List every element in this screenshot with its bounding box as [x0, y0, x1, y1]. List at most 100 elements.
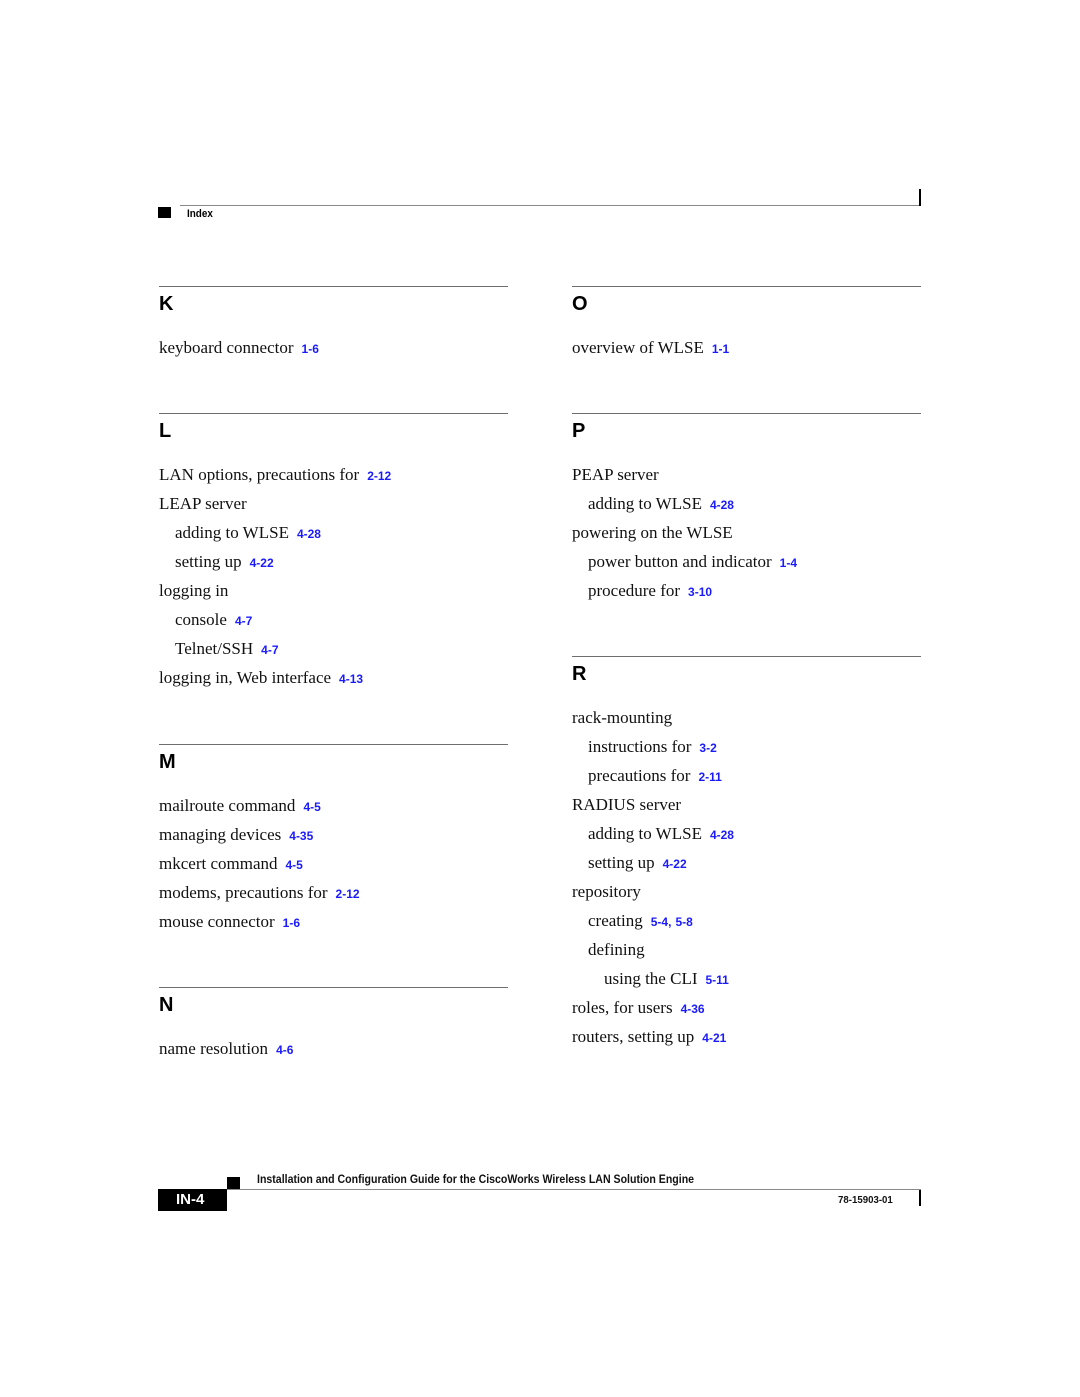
index-entry-list: name resolution 4-6	[159, 1039, 509, 1068]
index-entry: powering on the WLSE	[572, 523, 922, 552]
index-entry-term: adding to WLSE	[588, 824, 702, 843]
index-section-l: L LAN options, precautions for 2-12 LEAP se…	[159, 413, 509, 697]
index-entry-term: routers, setting up	[572, 1027, 695, 1046]
section-letter: P	[572, 420, 586, 442]
index-entry: LEAP server	[159, 494, 509, 523]
index-entry: adding to WLSE 4-28	[572, 824, 922, 853]
page-reference-link[interactable]: 4-7	[261, 643, 278, 657]
index-entry: repository	[572, 882, 922, 911]
index-entry: precautions for 2-11	[572, 766, 922, 795]
index-entry-term: rack-mounting	[572, 708, 673, 727]
index-entry-term: roles, for users	[572, 998, 673, 1017]
index-entry-term: procedure for	[588, 581, 681, 600]
section-letter: M	[159, 751, 176, 773]
page-reference-link[interactable]: 4-28	[710, 498, 734, 512]
section-rule	[572, 286, 921, 287]
index-entry-term: mouse connector	[159, 912, 275, 931]
index-entry-list: LAN options, precautions for 2-12 LEAP ser…	[159, 465, 509, 697]
page-number-badge: IN-4	[158, 1189, 227, 1211]
page-reference-link[interactable]: 1-6	[302, 342, 319, 356]
index-section-k: Kkeyboard connector 1-6	[159, 286, 509, 367]
index-entry: keyboard connector 1-6	[159, 338, 509, 367]
index-entry-list: PEAP server adding to WLSE 4-28 powering on…	[572, 465, 922, 610]
index-entry: logging in	[159, 581, 509, 610]
page-reference-link[interactable]: 2-12	[367, 469, 391, 483]
page-reference-link[interactable]: 3-2	[699, 741, 716, 755]
index-entry: using the CLI 5-11	[572, 969, 922, 998]
page-reference-link[interactable]: 1-6	[283, 916, 300, 930]
index-entry: name resolution 4-6	[159, 1039, 509, 1068]
index-entry-term: instructions for	[588, 737, 692, 756]
page-reference-link[interactable]: 2-12	[336, 887, 360, 901]
index-entry: managing devices 4-35	[159, 825, 509, 854]
page-reference-link[interactable]: 4-28	[297, 527, 321, 541]
index-entry-list: rack-mounting instructions for 3-2 precauti…	[572, 708, 922, 1056]
index-entry-list: mailroute command 4-5 managing devices 4-35…	[159, 796, 509, 941]
page-reference-link[interactable]: 4-5	[286, 858, 303, 872]
index-column-left: Kkeyboard connector 1-6 L LAN options, prec…	[159, 286, 509, 1068]
index-entry: modems, precautions for 2-12	[159, 883, 509, 912]
index-entry: setting up 4-22	[572, 853, 922, 882]
footer-rule	[227, 1189, 921, 1190]
index-entry-list: keyboard connector 1-6	[159, 338, 509, 367]
index-entry: PEAP server	[572, 465, 922, 494]
page-reference-link[interactable]: 4-7	[235, 614, 252, 628]
section-rule	[159, 286, 508, 287]
index-entry-term: RADIUS server	[572, 795, 682, 814]
index-entry: Telnet/SSH 4-7	[159, 639, 509, 668]
index-entry-term: PEAP server	[572, 465, 659, 484]
section-rule	[159, 413, 508, 414]
index-entry: logging in, Web interface 4-13	[159, 668, 509, 697]
index-entry-term: defining	[588, 940, 645, 959]
page-reference-link[interactable]: 4-22	[663, 857, 687, 871]
index-entry-term: managing devices	[159, 825, 282, 844]
page-reference-link[interactable]: 4-5	[303, 800, 320, 814]
index-entry: adding to WLSE 4-28	[572, 494, 922, 523]
page-reference-link[interactable]: 4-13	[339, 672, 363, 686]
index-entry: adding to WLSE 4-28	[159, 523, 509, 552]
index-entry: overview of WLSE 1-1	[572, 338, 922, 367]
page-reference-link[interactable]: 5-8	[675, 915, 692, 929]
index-section-p: P PEAP server adding to WLSE 4-28 powering o…	[572, 413, 922, 610]
index-entry: rack-mounting	[572, 708, 922, 737]
section-rule	[159, 987, 508, 988]
index-entry-term: logging in	[159, 581, 229, 600]
section-letter: O	[572, 293, 588, 315]
page-reference-link[interactable]: 5-11	[706, 973, 729, 987]
index-entry: power button and indicator 1-4	[572, 552, 922, 581]
index-entry-term: adding to WLSE	[175, 523, 289, 542]
index-entry: mouse connector 1-6	[159, 912, 509, 941]
index-entry-term: repository	[572, 882, 641, 901]
index-entry-term: LAN options, precautions for	[159, 465, 360, 484]
index-entry-term: console	[175, 610, 227, 629]
page-reference-link[interactable]: 1-4	[780, 556, 797, 570]
page-reference-link[interactable]: 1-1	[712, 342, 729, 356]
index-entry-term: LEAP server	[159, 494, 247, 513]
index-entry-term: precautions for	[588, 766, 691, 785]
index-entry-term: creating	[588, 911, 643, 930]
page-reference-link[interactable]: 5-4	[651, 915, 668, 929]
index-entry: routers, setting up 4-21	[572, 1027, 922, 1056]
index-section-n: Nname resolution 4-6	[159, 987, 509, 1068]
page-reference-link[interactable]: 4-21	[702, 1031, 726, 1045]
index-entry: mkcert command 4-5	[159, 854, 509, 883]
page-reference-link[interactable]: 4-35	[289, 829, 313, 843]
page-reference-link[interactable]: 4-28	[710, 828, 734, 842]
page-reference-link[interactable]: 4-36	[681, 1002, 705, 1016]
page-reference-link[interactable]: 2-11	[698, 770, 721, 784]
footer-tick-mark	[919, 1190, 921, 1206]
index-entry-term: modems, precautions for	[159, 883, 328, 902]
footer-square-marker	[227, 1177, 240, 1189]
index-entry-term: powering on the WLSE	[572, 523, 733, 542]
index-entry: LAN options, precautions for 2-12	[159, 465, 509, 494]
index-entry: setting up 4-22	[159, 552, 509, 581]
index-entry: console 4-7	[159, 610, 509, 639]
page-reference-link[interactable]: 3-10	[688, 585, 712, 599]
index-entry-list: overview of WLSE 1-1	[572, 338, 922, 367]
section-letter: K	[159, 293, 174, 315]
page-reference-link[interactable]: 4-22	[250, 556, 274, 570]
index-entry-term: name resolution	[159, 1039, 269, 1058]
index-section-r: Rrack-mounting instructions for 3-2 precaut…	[572, 656, 922, 1056]
page-reference-link[interactable]: 4-6	[276, 1043, 293, 1057]
index-section-m: Mmailroute command 4-5 managing devices 4-3…	[159, 744, 509, 941]
